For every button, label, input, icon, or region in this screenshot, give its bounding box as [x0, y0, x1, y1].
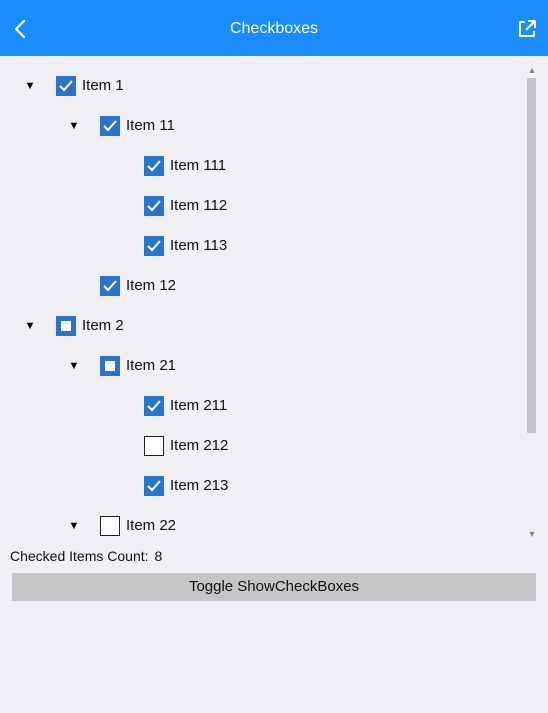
node-label: Item 211	[170, 397, 228, 414]
tree-node[interactable]: ▼ Item 2	[0, 306, 520, 346]
external-link-icon[interactable]	[516, 18, 538, 40]
node-checkbox[interactable]	[100, 516, 120, 536]
expand-toggle-icon[interactable]: ▼	[22, 318, 38, 334]
tree-node[interactable]: Item 12	[0, 266, 520, 306]
node-checkbox[interactable]	[100, 276, 120, 296]
expand-toggle-icon[interactable]: ▼	[66, 358, 82, 374]
node-checkbox[interactable]	[144, 236, 164, 256]
node-label: Item 11	[126, 117, 175, 134]
nav-bar: Checkboxes	[0, 0, 548, 56]
tree-node[interactable]: ▼ Item 21	[0, 346, 520, 386]
tree-scrollbar[interactable]: ▲ ▼	[524, 62, 540, 542]
tree-view: ▼ Item 1 ▼ Item 11 Item 111 Item 112 Item 113 I…	[0, 56, 548, 544]
node-checkbox[interactable]	[144, 476, 164, 496]
node-label: Item 22	[126, 517, 177, 534]
node-label: Item 21	[126, 357, 177, 374]
expand-toggle-icon[interactable]: ▼	[66, 518, 82, 534]
node-label: Item 213	[170, 477, 229, 494]
tree-node[interactable]: Item 211	[0, 386, 520, 426]
tree-node[interactable]: ▼ Item 1	[0, 66, 520, 106]
scrollbar-thumb[interactable]	[527, 78, 536, 433]
expand-toggle-icon[interactable]: ▼	[22, 78, 38, 94]
tree-node[interactable]: Item 112	[0, 186, 520, 226]
node-checkbox[interactable]	[100, 116, 120, 136]
checked-count: Checked Items Count: 8	[10, 545, 162, 567]
tree-node[interactable]: Item 213	[0, 466, 520, 506]
node-checkbox[interactable]	[56, 76, 76, 96]
node-label: Item 2	[82, 317, 124, 334]
scroll-up-icon[interactable]: ▲	[524, 64, 540, 76]
tree-node[interactable]: Item 111	[0, 146, 520, 186]
node-checkbox[interactable]	[100, 356, 120, 376]
node-checkbox[interactable]	[144, 156, 164, 176]
app-window: Checkboxes ▼ Item 1 ▼ Item 11 Item 111 Item 1…	[0, 0, 548, 713]
node-checkbox[interactable]	[144, 436, 164, 456]
tree-node[interactable]: Item 113	[0, 226, 520, 266]
toggle-showcheckboxes-button[interactable]: Toggle ShowCheckBoxes	[12, 573, 536, 601]
node-label: Item 12	[126, 277, 177, 294]
expand-toggle-icon[interactable]: ▼	[66, 118, 82, 134]
tree-node[interactable]: ▼ Item 22	[0, 506, 520, 544]
node-label: Item 111	[170, 157, 227, 174]
node-checkbox[interactable]	[56, 316, 76, 336]
node-label: Item 112	[170, 197, 228, 214]
tree-node[interactable]: ▼ Item 11	[0, 106, 520, 146]
node-label: Item 1	[82, 77, 124, 94]
node-checkbox[interactable]	[144, 196, 164, 216]
tree-node[interactable]: Item 212	[0, 426, 520, 466]
node-checkbox[interactable]	[144, 396, 164, 416]
node-label: Item 212	[170, 437, 229, 454]
node-label: Item 113	[170, 237, 228, 254]
page-title: Checkboxes	[229, 20, 319, 37]
checked-count-label: Checked Items Count:	[10, 548, 149, 564]
checked-count-value: 8	[154, 548, 163, 564]
scroll-down-icon[interactable]: ▼	[524, 528, 540, 540]
